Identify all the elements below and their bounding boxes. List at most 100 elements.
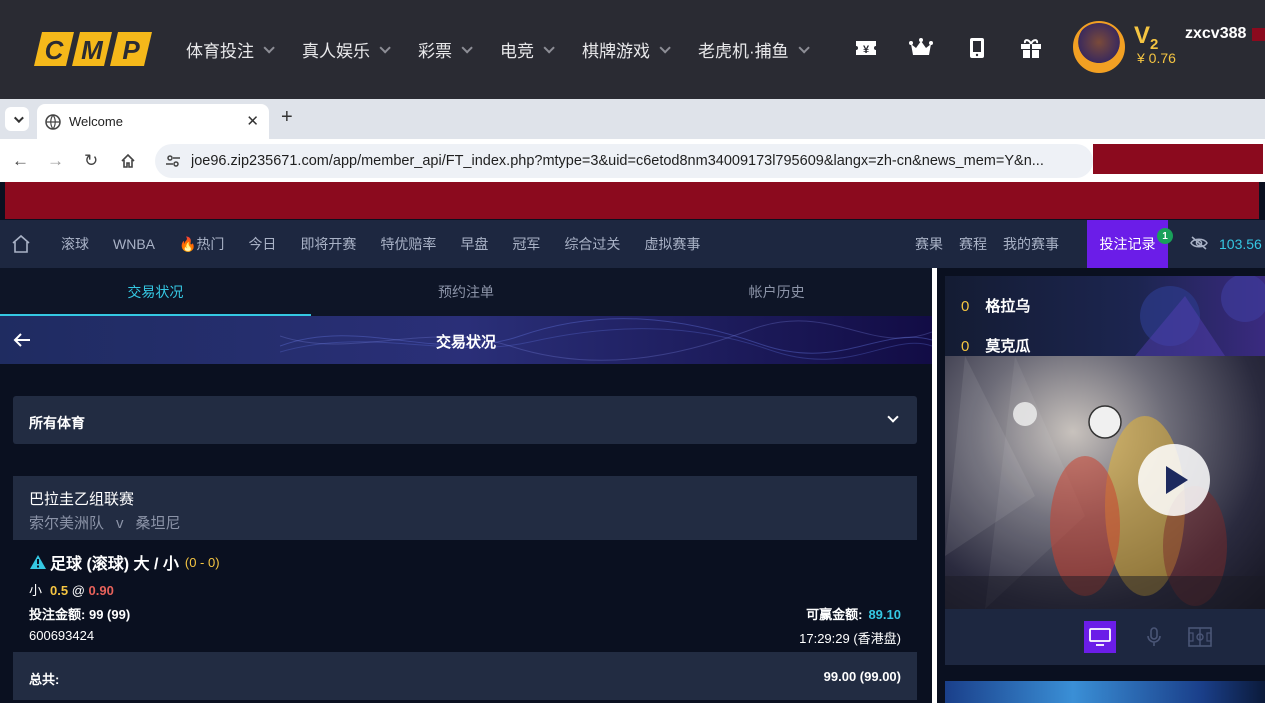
home-icon[interactable] (11, 234, 31, 254)
selection-odds: 0.90 (88, 583, 114, 598)
promo-thumbnail[interactable] (945, 681, 1265, 703)
selection-line: 0.5 (50, 583, 69, 598)
bet-history-button[interactable]: 投注记录 (1087, 220, 1168, 268)
nav-today[interactable]: 今日 (248, 234, 276, 254)
url-text: joe96.zip235671.com/app/member_api/FT_in… (191, 153, 1044, 169)
tab-account-history[interactable]: 帐户历史 (621, 268, 932, 316)
market-name: 足球 (滚球) 大 / 小 (50, 556, 179, 573)
media-controls (945, 609, 1265, 665)
reload-button[interactable]: ↻ (84, 151, 98, 171)
nav-slots-fishing[interactable]: 老虎机·捕鱼 (698, 37, 810, 62)
nav-live-casino[interactable]: 真人娱乐 (302, 37, 391, 62)
close-icon[interactable]: ✕ (246, 112, 259, 130)
to-win-value: 89.10 (868, 607, 901, 622)
nav-starting-soon[interactable]: 即将开赛 (300, 234, 356, 254)
gift-icon[interactable] (1019, 36, 1043, 60)
nav-wnba[interactable]: WNBA (113, 236, 155, 252)
selection-name: 小 (29, 583, 43, 598)
chevron-down-icon (379, 41, 391, 54)
browser-tab[interactable]: Welcome ✕ (37, 104, 269, 139)
away-team-name: 莫克瓜 (985, 338, 1031, 355)
nav-lottery[interactable]: 彩票 (418, 37, 473, 62)
tab-open-bets[interactable]: 交易状况 (0, 268, 311, 316)
browser-toolbar: ← → ↻ joe96.zip235671.com/app/member_api… (0, 139, 1265, 182)
site-balance: ¥ 0.76 (1137, 50, 1176, 66)
play-button[interactable] (1138, 444, 1210, 516)
username[interactable]: zxcv388 (1185, 25, 1246, 43)
site-header: C M P 体育投注 真人娱乐 彩票 电竞 棋牌游戏 老虎机·捕鱼 ¥ V2 ¥… (0, 0, 1265, 99)
tab-title: Welcome (69, 114, 123, 129)
eye-off-icon[interactable] (1190, 236, 1208, 250)
avatar[interactable] (1073, 21, 1125, 73)
nav-hot[interactable]: 🔥热门 (179, 234, 224, 254)
chevron-down-icon (13, 112, 24, 123)
nav-results[interactable]: 赛果 (915, 234, 943, 254)
live-panel: 0 格拉乌 0 莫克瓜 (937, 268, 1265, 703)
live-scoreboard: 0 格拉乌 0 莫克瓜 (945, 276, 1265, 356)
chevron-down-icon (798, 41, 810, 54)
bet-time: 17:29:29 (香港盘) (799, 631, 901, 646)
nav-schedule[interactable]: 赛程 (959, 234, 987, 254)
nav-my-events[interactable]: 我的赛事 (1003, 234, 1059, 254)
audio-button[interactable] (1138, 621, 1170, 653)
nav-virtual[interactable]: 虚拟赛事 (644, 234, 700, 254)
nav-esports[interactable]: 电竞 (500, 37, 555, 62)
logo-letter-m: M (81, 35, 104, 65)
home-button[interactable] (120, 153, 136, 169)
nav-early[interactable]: 早盘 (460, 234, 488, 254)
pitch-view-button[interactable] (1184, 621, 1216, 653)
pitch-icon (1188, 627, 1212, 647)
vip-level: V2 (1134, 22, 1158, 53)
nav-label: 彩票 (418, 42, 452, 61)
tab-scheduled-bets[interactable]: 预约注单 (311, 268, 622, 316)
back-button[interactable]: ← (12, 151, 29, 171)
sport-filter-value: 所有体育 (29, 415, 85, 431)
team-row-away: 0 莫克瓜 (961, 335, 1030, 356)
nav-label: 真人娱乐 (302, 42, 370, 61)
nav-label: 老虎机·捕鱼 (698, 42, 789, 61)
site-settings-icon[interactable] (165, 153, 181, 169)
wallet-balance: 103.56 (1219, 236, 1262, 252)
team-row-home: 0 格拉乌 (961, 295, 1030, 316)
sportsbook-nav-right: 赛果 赛程 我的赛事 (915, 220, 1075, 268)
total-row: 总共: 99.00 (99.00) (13, 652, 917, 700)
tablet-icon[interactable] (965, 36, 989, 60)
crown-icon[interactable] (909, 36, 933, 60)
away-goals: 0 (961, 338, 970, 355)
redacted-banner (5, 182, 1259, 219)
cmp-logo[interactable]: C M P (34, 32, 152, 66)
vip-letter: V (1134, 22, 1151, 49)
nav-in-play[interactable]: 滚球 (61, 234, 89, 254)
league-name: 巴拉圭乙组联赛 (29, 491, 135, 508)
live-video[interactable] (945, 356, 1265, 609)
bet-card-body: 足球 (滚球) 大 / 小 (0 - 0) 小 0.5 @ 0.90 投注金额: … (13, 540, 917, 652)
page-title: 交易状况 (435, 334, 496, 351)
nav-parlay[interactable]: 综合过关 (564, 234, 620, 254)
ticket-id: 600693424 (29, 628, 95, 643)
nav-sports[interactable]: 体育投注 (186, 37, 275, 62)
new-tab-button[interactable]: + (281, 106, 293, 129)
ticket-icon[interactable]: ¥ (854, 36, 878, 60)
nav-card-games[interactable]: 棋牌游戏 (582, 37, 671, 62)
page-title-band: 交易状况 (0, 316, 932, 364)
total-label: 总共: (29, 672, 60, 687)
nav-outright[interactable]: 冠军 (512, 234, 540, 254)
stake-label: 投注金额: (29, 607, 86, 622)
tv-button[interactable] (1084, 621, 1116, 653)
subtabs: 交易状况 预约注单 帐户历史 (0, 268, 932, 316)
user-menu-marker[interactable] (1252, 28, 1265, 41)
tab-search-button[interactable] (5, 107, 29, 131)
to-win-label: 可赢金额: (806, 607, 863, 622)
stake-value: 99 (99) (88, 607, 131, 622)
svg-text:¥: ¥ (863, 44, 870, 56)
play-icon (1166, 466, 1188, 494)
bet-status-panel: 交易状况 预约注单 帐户历史 交易状况 所有体育 巴拉圭乙组联赛 索尔美洲队 v 桑… (0, 268, 932, 703)
bet-count-badge: 1 (1157, 228, 1173, 244)
address-bar[interactable]: joe96.zip235671.com/app/member_api/FT_in… (155, 144, 1093, 178)
total-value: 99.00 (99.00) (823, 669, 901, 684)
sport-filter-select[interactable]: 所有体育 (13, 396, 917, 444)
warning-icon (30, 555, 46, 569)
forward-button[interactable]: → (47, 151, 64, 171)
nav-boosted-odds[interactable]: 特优赔率 (380, 234, 436, 254)
tv-icon (1089, 628, 1111, 646)
